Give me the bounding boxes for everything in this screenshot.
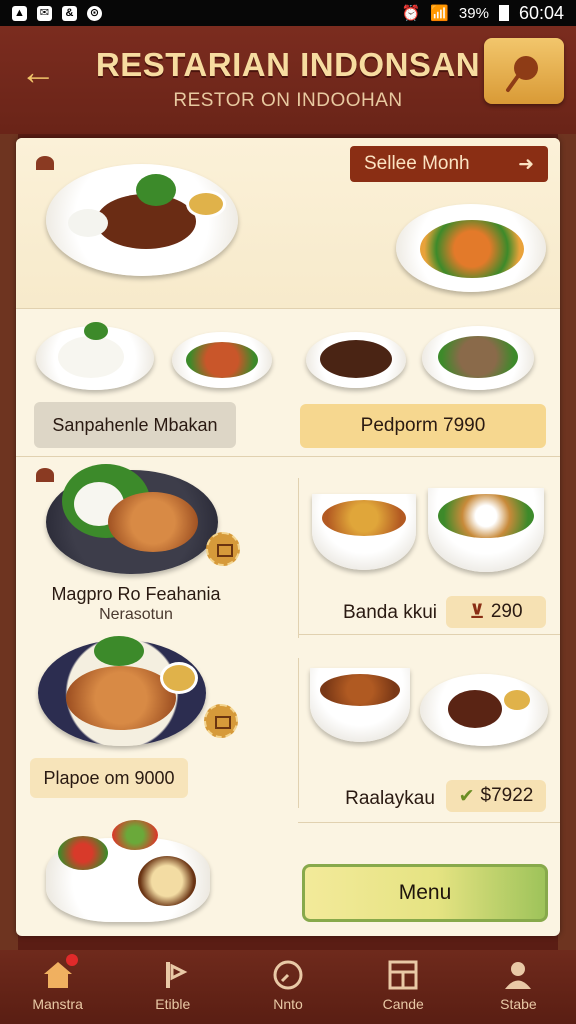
- mail-icon: ✉: [37, 5, 52, 21]
- food-sauce: [504, 690, 530, 710]
- check-icon: ⊻: [469, 601, 485, 623]
- divider: [298, 822, 560, 823]
- featured-section: Sellee Monh ➜: [16, 138, 560, 309]
- dish-title: Raalaykau: [345, 788, 435, 809]
- app-icon: ⊙: [87, 5, 102, 21]
- food-mixed: [438, 336, 518, 378]
- dish-image[interactable]: [172, 332, 272, 388]
- dish-price-label[interactable]: Pedporm 7990: [300, 404, 546, 448]
- arrow-right-icon: ➜: [518, 153, 534, 175]
- food-herbs: [84, 322, 108, 340]
- food-herbs: [136, 174, 176, 206]
- dish-image[interactable]: [46, 820, 210, 922]
- user-icon: [505, 962, 532, 989]
- battery-icon: [498, 5, 509, 21]
- food-chicken: [108, 492, 198, 552]
- food-curry: [322, 500, 406, 536]
- clock-time: 60:04: [518, 2, 564, 23]
- badge-icon: [206, 532, 240, 566]
- battery-label: 39%: [458, 4, 489, 22]
- menu-panel: Sellee Monh ➜ Sanpahenle Mbakan Pedporm …: [16, 138, 560, 936]
- food-herbs: [94, 636, 144, 666]
- food-salad: [112, 820, 158, 850]
- divider: [298, 658, 299, 808]
- food-meat: [320, 340, 392, 378]
- divider: [298, 634, 560, 635]
- dish-image[interactable]: [312, 494, 416, 570]
- search-button[interactable]: [484, 38, 564, 104]
- food-rice: [68, 209, 108, 237]
- nav-item-home[interactable]: Manstra: [0, 950, 115, 1024]
- nav-item-profile[interactable]: Stabe: [461, 950, 576, 1024]
- menu-button[interactable]: Menu: [302, 864, 548, 922]
- food-vegetables: [186, 342, 258, 378]
- food-beef: [448, 690, 502, 728]
- nav-label: Stabe: [500, 996, 537, 1012]
- select-month-label: Sellee Monh: [364, 153, 470, 174]
- status-icons-right: ⏰ 📶 39% 60:04: [402, 3, 564, 24]
- nav-label: Manstra: [32, 996, 83, 1012]
- clock-icon: [273, 960, 303, 990]
- bottom-navigation: Manstra Etible Nnto Cande Stabe: [0, 950, 576, 1024]
- pin-icon: [36, 156, 54, 170]
- dish-image[interactable]: [396, 204, 546, 292]
- nav-label: Nnto: [273, 996, 303, 1012]
- dish-image[interactable]: [306, 332, 406, 388]
- wifi-icon: 📶: [430, 5, 449, 22]
- food-sauce: [160, 662, 198, 694]
- notification-dot: [65, 954, 78, 966]
- food-sauce: [186, 190, 226, 218]
- food-noodles: [438, 494, 534, 538]
- status-icons-left: ▲ ✉ & ⊙: [12, 5, 102, 21]
- notification-icon: ▲: [12, 5, 27, 21]
- dish-image[interactable]: [38, 636, 206, 746]
- dish-label[interactable]: Sanpahenle Mbakan: [34, 402, 236, 448]
- calendar-icon: [388, 960, 418, 990]
- dish-image[interactable]: [46, 464, 218, 574]
- utensils-icon: [165, 962, 188, 988]
- dish-image[interactable]: [310, 668, 410, 742]
- dish-subtitle: Nerasotun: [99, 606, 173, 623]
- badge-icon: [204, 704, 238, 738]
- price-value: 290: [490, 601, 523, 622]
- dish-title: Magpro Ro Feahania: [51, 584, 221, 604]
- nav-item-dishes[interactable]: Etible: [115, 950, 230, 1024]
- status-bar: ▲ ✉ & ⊙ ⏰ 📶 39% 60:04: [0, 0, 576, 26]
- food-soup: [320, 674, 400, 706]
- food-salad: [58, 836, 108, 870]
- dish-image[interactable]: [422, 326, 534, 390]
- check-icon: ✔: [458, 785, 475, 807]
- search-icon: [506, 56, 538, 92]
- price-value: $7922: [480, 785, 534, 806]
- dish-label[interactable]: Plapoe om 9000: [30, 758, 188, 798]
- dish-title: Banda kkui: [342, 602, 437, 623]
- dish-image[interactable]: [428, 488, 544, 572]
- notification-icon: &: [62, 5, 77, 21]
- price-tag[interactable]: ✔ $7922: [446, 780, 546, 812]
- dish-image[interactable]: [36, 322, 154, 390]
- nav-label: Cande: [382, 996, 424, 1012]
- app-header: ← RESTARIAN INDONSAN RESTOR ON INDOOHAN: [0, 26, 576, 134]
- dish-image[interactable]: [46, 164, 238, 276]
- nav-item-calendar[interactable]: Cande: [346, 950, 461, 1024]
- pin-icon: [36, 468, 54, 482]
- select-month-button[interactable]: Sellee Monh ➜: [350, 146, 548, 182]
- right-edge: [558, 134, 576, 950]
- food-rice: [58, 336, 124, 378]
- divider: [16, 308, 560, 309]
- dish-image[interactable]: [420, 674, 548, 746]
- divider: [16, 456, 560, 457]
- nav-label: Etible: [155, 996, 191, 1012]
- nav-item-time[interactable]: Nnto: [230, 950, 345, 1024]
- price-tag[interactable]: ⊻ 290: [446, 596, 546, 628]
- food-bowl: [138, 856, 196, 906]
- food-vegetables: [420, 220, 524, 278]
- divider: [298, 478, 299, 638]
- alarm-icon: ⏰: [401, 5, 421, 22]
